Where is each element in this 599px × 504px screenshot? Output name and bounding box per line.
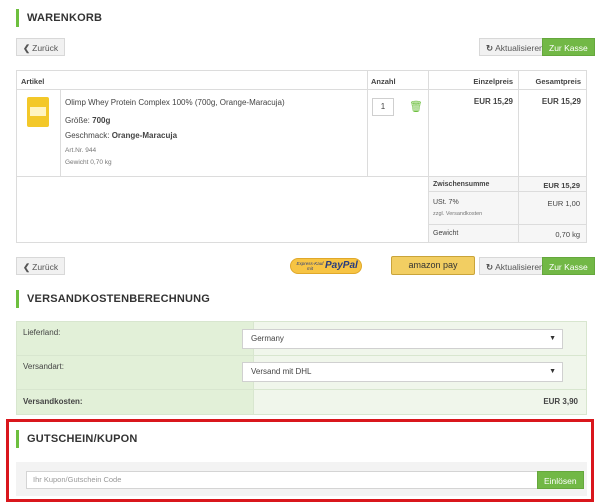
- coupon-title: GUTSCHEIN/KUPON: [16, 430, 138, 448]
- subtotal-value: EUR 15,29: [543, 181, 580, 190]
- amazon-pay-button[interactable]: amazon pay: [391, 256, 475, 275]
- unit-price: EUR 15,29: [473, 97, 513, 106]
- redeem-button[interactable]: Einlösen: [537, 471, 584, 489]
- paypal-logo: PayPal: [325, 260, 358, 271]
- total-price: EUR 15,29: [541, 97, 581, 106]
- subtotal-label: Zwischensumme: [433, 181, 490, 188]
- caret-down-icon: ▼: [549, 368, 556, 375]
- col-article: Artikel: [21, 77, 45, 86]
- shipping-cost-cell: [253, 390, 586, 414]
- shipping-cost-value: EUR 3,90: [543, 397, 578, 406]
- country-label: Lieferland:: [23, 328, 61, 337]
- refresh-button-bottom[interactable]: ↻ Aktualisieren: [479, 257, 551, 275]
- shipping-title: VERSANDKOSTENBERECHNUNG: [16, 290, 210, 308]
- refresh-button-label: Aktualisieren: [495, 43, 544, 53]
- country-select[interactable]: Germany ▼: [242, 329, 563, 349]
- cart-title: WARENKORB: [16, 9, 102, 27]
- weight-total-value: 0,70 kg: [555, 230, 580, 239]
- back-button-bottom-label: Zurück: [32, 262, 59, 272]
- product-image[interactable]: [27, 97, 49, 127]
- back-button-label: Zurück: [32, 43, 59, 53]
- checkout-button-bottom[interactable]: Zur Kasse: [542, 257, 595, 275]
- caret-down-icon: ▼: [549, 335, 556, 342]
- col-total-price: Gesamtpreis: [535, 77, 581, 86]
- method-label: Versandart:: [23, 362, 64, 371]
- vat-value: EUR 1,00: [547, 199, 580, 208]
- product-size: Größe: 700g: [65, 116, 110, 125]
- cart-table: Artikel Anzahl Einzelpreis Gesamtpreis O…: [16, 70, 587, 243]
- vat-label: USt. 7%: [433, 199, 459, 206]
- product-flavor: Geschmack: Orange-Maracuja: [65, 131, 177, 140]
- paypal-express-button[interactable]: Express-Kauf mit PayPal: [290, 258, 362, 274]
- product-weight: Gewicht 0,70 kg: [65, 159, 112, 166]
- paypal-small-text: Express-Kauf mit: [296, 261, 324, 271]
- refresh-button[interactable]: ↻ Aktualisieren: [479, 38, 551, 56]
- back-button[interactable]: ❮ Zurück: [16, 38, 66, 56]
- trash-icon[interactable]: 🗑: [409, 100, 423, 113]
- product-flavor-label: Geschmack:: [65, 131, 110, 140]
- quantity-input[interactable]: 1: [372, 98, 394, 116]
- coupon-code-input[interactable]: Ihr Kupon/Gutschein Code: [26, 471, 538, 489]
- product-flavor-value: Orange-Maracuja: [111, 131, 178, 140]
- refresh-icon: ↻: [486, 43, 494, 53]
- product-size-value: 700g: [92, 116, 111, 125]
- refresh-icon: ↻: [486, 262, 494, 272]
- checkout-button[interactable]: Zur Kasse: [542, 38, 595, 56]
- weight-total-label: Gewicht: [433, 230, 459, 237]
- chevron-left-icon: ❮: [23, 43, 31, 53]
- back-button-bottom[interactable]: ❮ Zurück: [16, 257, 66, 275]
- refresh-button-bottom-label: Aktualisieren: [495, 262, 544, 272]
- shipping-method-select-value: Versand mit DHL: [251, 367, 312, 376]
- vat-sub-label: zzgl. Versandkosten: [433, 211, 483, 217]
- chevron-left-icon: ❮: [23, 262, 31, 272]
- col-qty: Anzahl: [371, 77, 396, 86]
- product-name[interactable]: Olimp Whey Protein Complex 100% (700g, O…: [65, 98, 285, 107]
- country-select-value: Germany: [251, 334, 284, 343]
- shipping-cost-label: Versandkosten:: [23, 397, 83, 406]
- col-unit-price: Einzelpreis: [473, 77, 513, 86]
- product-size-label: Größe:: [65, 116, 90, 125]
- product-art-nr: Art.Nr. 944: [65, 147, 97, 154]
- shipping-cost-row: Versandkosten: EUR 3,90: [16, 389, 587, 415]
- shipping-method-select[interactable]: Versand mit DHL ▼: [242, 362, 563, 382]
